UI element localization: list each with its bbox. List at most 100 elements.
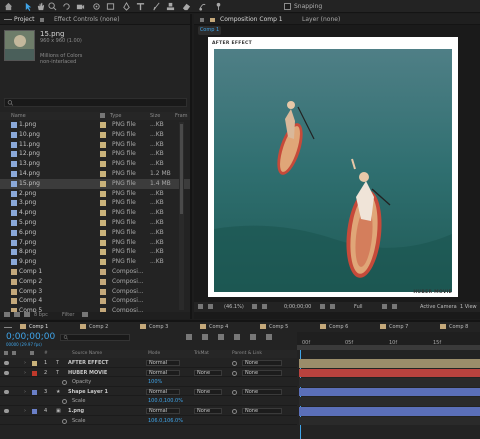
new-composition-icon[interactable] bbox=[24, 312, 30, 317]
timeline-tab-7[interactable]: Comp 7 bbox=[380, 323, 408, 331]
camera-view-dropdown[interactable]: Active Camera bbox=[420, 304, 457, 310]
project-item-row[interactable]: 9.png PNG file ...KB bbox=[0, 257, 190, 267]
project-item-row[interactable]: 14.png PNG file 1.2 MB bbox=[0, 169, 190, 179]
label-swatch[interactable] bbox=[100, 210, 106, 217]
panel-menu-icon[interactable] bbox=[4, 327, 12, 328]
transparency-grid-icon[interactable] bbox=[392, 304, 397, 309]
lock-icon[interactable] bbox=[200, 18, 204, 22]
property-value[interactable]: 100% bbox=[148, 379, 162, 385]
parent-header[interactable]: Parent & Link bbox=[232, 351, 262, 356]
project-search-input[interactable] bbox=[4, 98, 187, 107]
snapping-toggle[interactable]: Snapping bbox=[284, 2, 322, 11]
parent-dropdown[interactable]: None bbox=[242, 360, 282, 366]
filter-label[interactable]: Filter bbox=[62, 312, 74, 318]
column-name[interactable]: Name bbox=[11, 113, 26, 119]
project-item-row[interactable]: Comp 2 Composi... bbox=[0, 277, 190, 287]
project-item-row[interactable]: 8.png PNG file ...KB bbox=[0, 247, 190, 257]
label-swatch[interactable] bbox=[100, 249, 106, 256]
bit-depth-label[interactable]: 8 bpc bbox=[34, 312, 48, 318]
selection-tool-icon[interactable] bbox=[24, 2, 33, 11]
layer-row[interactable]: › 2 T HUBER MOVIE Normal None None bbox=[0, 369, 297, 378]
graph-editor-icon[interactable] bbox=[266, 334, 272, 340]
trash-icon[interactable] bbox=[82, 312, 88, 317]
pan-behind-icon[interactable] bbox=[92, 2, 101, 11]
eye-icon[interactable] bbox=[4, 409, 9, 413]
shy-layers-icon[interactable] bbox=[218, 334, 224, 340]
project-item-row[interactable]: Comp 1 Composi... bbox=[0, 267, 190, 277]
expand-chevron-icon[interactable]: › bbox=[24, 360, 26, 366]
timeline-tab-5[interactable]: Comp 5 bbox=[260, 323, 288, 331]
project-item-row[interactable]: 4.png PNG file ...KB bbox=[0, 208, 190, 218]
pen-tool-icon[interactable] bbox=[122, 2, 131, 11]
panel-menu-icon[interactable] bbox=[4, 19, 12, 20]
region-of-interest-icon[interactable] bbox=[382, 304, 387, 309]
label-swatch[interactable] bbox=[100, 298, 106, 305]
roto-brush-icon[interactable] bbox=[198, 2, 207, 11]
timeline-timecode[interactable]: 0;00;00;00 bbox=[6, 332, 55, 342]
timeline-tab-4[interactable]: Comp 4 bbox=[200, 323, 228, 331]
project-item-row[interactable]: 7.png PNG file ...KB bbox=[0, 238, 190, 248]
zoom-tool-icon[interactable] bbox=[48, 2, 57, 11]
label-swatch[interactable] bbox=[100, 229, 106, 236]
label-swatch[interactable] bbox=[100, 239, 106, 246]
project-item-row[interactable]: 13.png PNG file ...KB bbox=[0, 159, 190, 169]
clone-stamp-icon[interactable] bbox=[166, 2, 175, 11]
property-row[interactable]: Opacity 100% bbox=[0, 378, 297, 387]
magnification-dropdown[interactable]: (46.1%) bbox=[224, 304, 244, 310]
view-layout-dropdown[interactable]: 1 View bbox=[460, 304, 477, 310]
stopwatch-icon[interactable] bbox=[62, 399, 67, 405]
layer-duration-bar[interactable] bbox=[299, 387, 480, 397]
project-item-row[interactable]: 3.png PNG file ...KB bbox=[0, 198, 190, 208]
label-swatch[interactable] bbox=[100, 219, 106, 226]
project-item-row[interactable]: 1.png PNG file ...KB bbox=[0, 120, 190, 130]
comp-flowchart-icon[interactable] bbox=[186, 334, 192, 340]
property-row[interactable]: Scale 106.0,106.0% bbox=[0, 417, 297, 426]
timeline-search-input[interactable] bbox=[60, 334, 130, 341]
layer-duration-bar[interactable] bbox=[299, 359, 480, 368]
pick-whip-icon[interactable] bbox=[232, 389, 237, 395]
layer-row[interactable]: › 3 ★ Shape Layer 1 Normal None None bbox=[0, 388, 297, 397]
label-swatch[interactable] bbox=[100, 268, 106, 275]
project-scrollbar[interactable] bbox=[179, 122, 184, 310]
frame-blending-icon[interactable] bbox=[234, 334, 240, 340]
draft-3d-icon[interactable] bbox=[202, 334, 208, 340]
parent-dropdown[interactable]: None bbox=[242, 369, 282, 376]
tab-project[interactable]: Project bbox=[14, 14, 35, 25]
timeline-tab-2[interactable]: Comp 2 bbox=[80, 323, 108, 331]
layer-duration-bar[interactable] bbox=[299, 368, 480, 378]
mode-dropdown[interactable]: Normal bbox=[146, 408, 180, 414]
label-swatch[interactable] bbox=[32, 370, 37, 376]
work-area-bar[interactable] bbox=[297, 345, 480, 350]
tab-layer[interactable]: Layer (none) bbox=[302, 14, 340, 25]
label-swatch[interactable] bbox=[32, 389, 37, 395]
label-swatch[interactable] bbox=[100, 161, 106, 168]
comp-navigator-chip[interactable]: Comp 1 bbox=[198, 26, 221, 35]
expand-chevron-icon[interactable]: › bbox=[24, 408, 26, 414]
parent-dropdown[interactable]: None bbox=[242, 408, 282, 414]
stopwatch-icon[interactable] bbox=[62, 380, 67, 386]
label-swatch[interactable] bbox=[100, 180, 106, 187]
tab-effect-controls[interactable]: Effect Controls (none) bbox=[54, 14, 120, 25]
property-value[interactable]: 106.0,106.0% bbox=[148, 418, 183, 424]
trkmat-dropdown[interactable]: None bbox=[194, 369, 222, 376]
motion-blur-icon[interactable] bbox=[250, 334, 256, 340]
composition-viewer[interactable]: AFTER EFFECT HUBER MOVIE bbox=[208, 37, 458, 297]
always-preview-icon[interactable] bbox=[198, 304, 203, 309]
column-size[interactable]: Size bbox=[150, 113, 160, 119]
trkmat-dropdown[interactable]: None bbox=[194, 408, 222, 414]
mode-header[interactable]: Mode bbox=[148, 351, 160, 356]
layer-name[interactable]: 1.png bbox=[68, 408, 84, 414]
column-type[interactable]: Type bbox=[110, 113, 121, 119]
tab-composition[interactable]: Composition Comp 1 bbox=[220, 14, 283, 25]
project-item-row[interactable]: 5.png PNG file ...KB bbox=[0, 218, 190, 228]
layer-duration-bar[interactable] bbox=[299, 407, 480, 416]
layer-name[interactable]: AFTER EFFECT bbox=[68, 360, 108, 366]
project-item-row[interactable]: 2.png PNG file ...KB bbox=[0, 189, 190, 199]
label-swatch[interactable] bbox=[32, 409, 37, 414]
camera-tool-icon[interactable] bbox=[76, 2, 85, 11]
snapping-checkbox[interactable] bbox=[284, 3, 291, 10]
interpret-footage-icon[interactable] bbox=[4, 312, 10, 317]
rotate-tool-icon[interactable] bbox=[62, 2, 71, 11]
pick-whip-icon[interactable] bbox=[232, 370, 237, 376]
eye-icon[interactable] bbox=[4, 361, 9, 365]
